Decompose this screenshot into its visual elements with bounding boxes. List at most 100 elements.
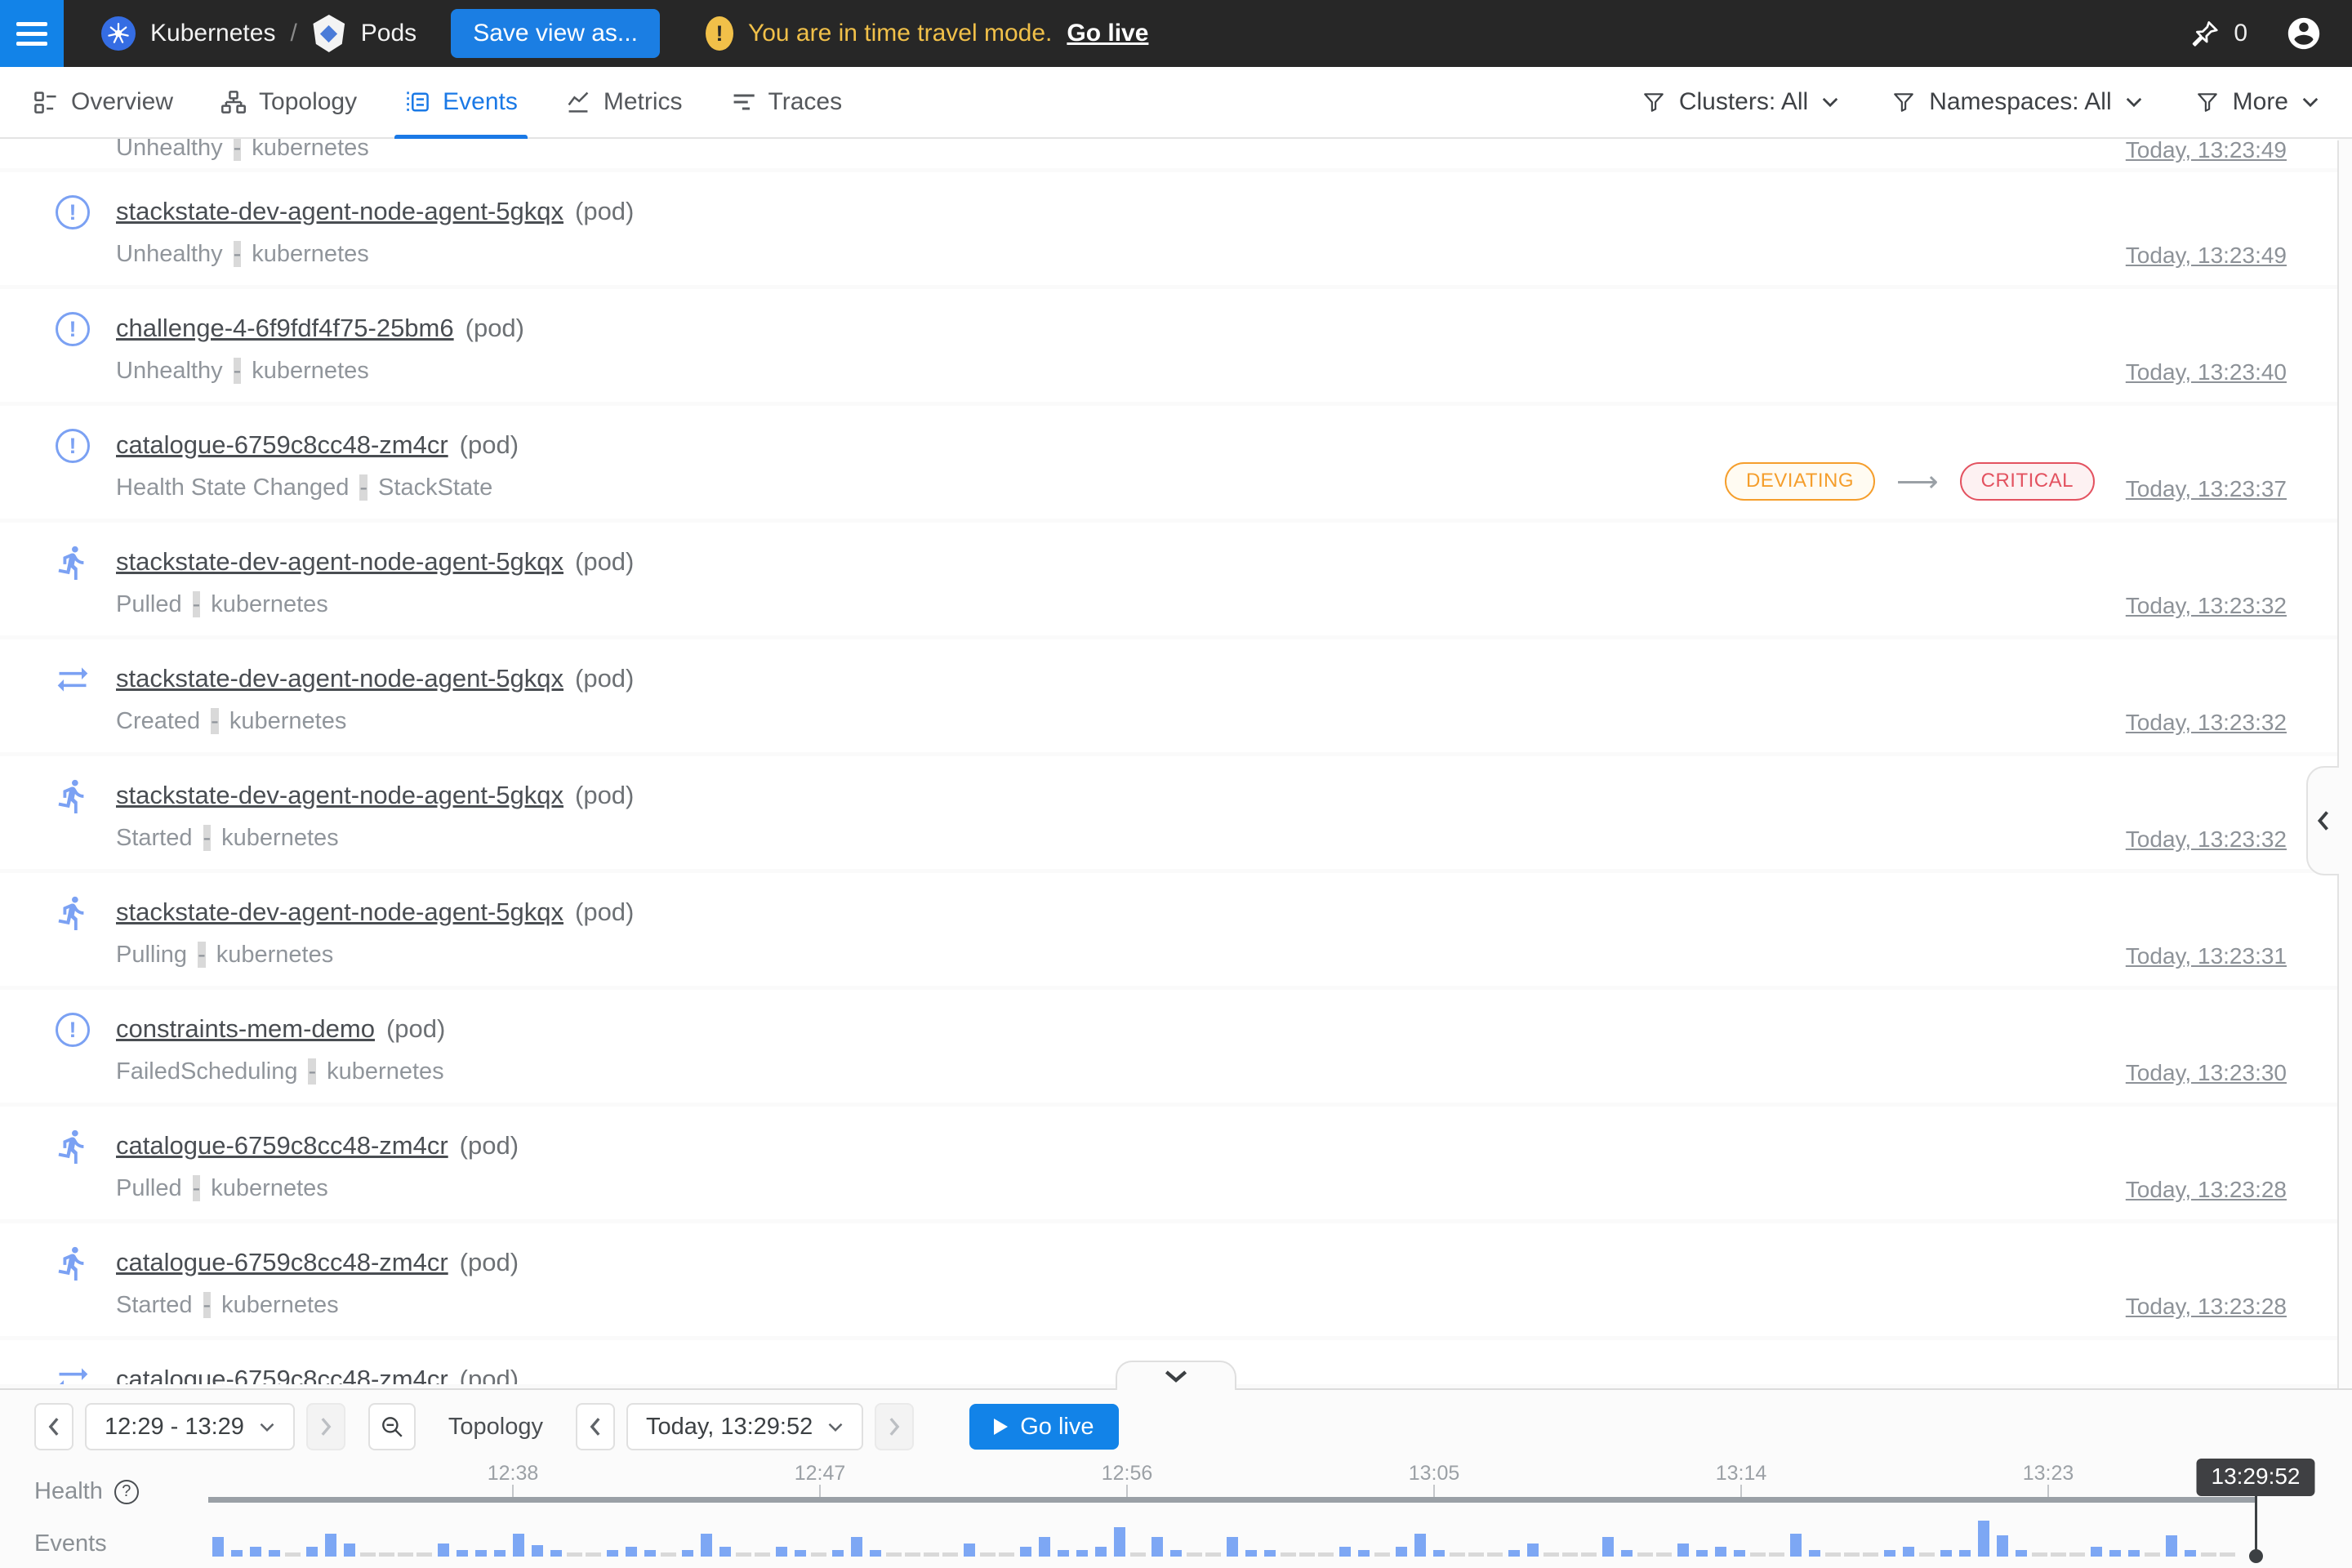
badge-critical: CRITICAL bbox=[1960, 462, 2095, 501]
filter-more[interactable]: More bbox=[2195, 88, 2319, 116]
event-timestamp-link[interactable]: Today, 13:23:49 bbox=[2126, 243, 2287, 269]
event-row[interactable]: stackstate-dev-agent-node-agent-5gkqx(po… bbox=[0, 639, 2337, 752]
pin-icon[interactable] bbox=[2189, 18, 2221, 49]
help-icon[interactable]: ? bbox=[114, 1480, 139, 1504]
breadcrumb-page[interactable]: Pods bbox=[361, 20, 416, 47]
tab-traces[interactable]: Traces bbox=[730, 67, 843, 137]
event-timestamp-link[interactable]: Today, 13:23:32 bbox=[2126, 593, 2287, 619]
pods-icon bbox=[312, 15, 346, 52]
event-row[interactable]: stackstate-dev-agent-node-agent-5gkqx(po… bbox=[0, 873, 2337, 986]
filter-clusters-label: Clusters: All bbox=[1679, 88, 1808, 116]
event-row[interactable]: Unhealthy-kubernetes ⟶ Today, 13:23:49 bbox=[0, 139, 2337, 168]
event-bar bbox=[715, 1504, 734, 1557]
empty-slot-dash bbox=[903, 1504, 922, 1557]
filter-namespaces-label: Namespaces: All bbox=[1929, 88, 2111, 116]
event-row[interactable]: ! catalogue-6759c8cc48-zm4cr(pod) Health… bbox=[0, 406, 2337, 519]
event-timestamp-link[interactable]: Today, 13:23:28 bbox=[2126, 1294, 2287, 1320]
user-avatar-icon[interactable] bbox=[2285, 15, 2323, 52]
breadcrumb-app[interactable]: Kubernetes bbox=[150, 20, 275, 47]
playhead-line[interactable] bbox=[2255, 1493, 2257, 1557]
tab-metrics[interactable]: Metrics bbox=[565, 67, 683, 137]
event-row[interactable]: catalogue-6759c8cc48-zm4cr (pod) Started-… bbox=[0, 1223, 2337, 1336]
event-subtitle: Started-kubernetes bbox=[116, 1292, 339, 1319]
event-row[interactable]: catalogue-6759c8cc48-zm4cr(pod) Pulled-k… bbox=[0, 1107, 2337, 1219]
pod-name-link[interactable]: constraints-mem-demo bbox=[116, 1014, 375, 1043]
timestamp-value: Today, 13:29:52 bbox=[646, 1414, 813, 1441]
topbar-right: 0 bbox=[2189, 15, 2352, 52]
event-row[interactable]: ! constraints-mem-demo(pod) FailedSchedu… bbox=[0, 990, 2337, 1102]
pod-name-link[interactable]: catalogue-6759c8cc48-zm4cr bbox=[116, 1248, 448, 1276]
timestamp-select[interactable]: Today, 13:29:52 bbox=[626, 1403, 863, 1450]
pod-name-link[interactable]: stackstate-dev-agent-node-agent-5gkqx bbox=[116, 197, 564, 225]
event-type-icon: ! bbox=[54, 427, 91, 465]
time-back-button[interactable] bbox=[576, 1403, 615, 1450]
time-forward-button[interactable] bbox=[875, 1403, 914, 1450]
empty-slot-dash bbox=[1129, 1504, 1147, 1557]
event-bar bbox=[265, 1504, 283, 1557]
health-timeline-line[interactable] bbox=[208, 1497, 2256, 1503]
filter-clusters[interactable]: Clusters: All bbox=[1642, 88, 1839, 116]
time-range-select[interactable]: 12:29 - 13:29 bbox=[85, 1403, 295, 1450]
empty-slot-dash bbox=[1467, 1504, 1486, 1557]
event-timestamp-link[interactable]: Today, 13:23:28 bbox=[2126, 1177, 2287, 1203]
pod-name-link[interactable]: stackstate-dev-agent-node-agent-5gkqx bbox=[116, 547, 564, 576]
pod-name-link[interactable]: challenge-4-6f9fdf4f75-25bm6 bbox=[116, 314, 454, 342]
tab-overview[interactable]: Overview bbox=[33, 67, 173, 137]
event-bar bbox=[1692, 1504, 1711, 1557]
pod-name-link[interactable]: catalogue-6759c8cc48-zm4cr bbox=[116, 1365, 448, 1384]
pod-name-link[interactable]: catalogue-6759c8cc48-zm4cr bbox=[116, 1131, 448, 1160]
event-bar bbox=[1899, 1504, 1918, 1557]
event-row[interactable]: ! stackstate-dev-agent-node-agent-5gkqx(… bbox=[0, 172, 2337, 285]
pod-name-link[interactable]: catalogue-6759c8cc48-zm4cr bbox=[116, 430, 448, 459]
tick-mark bbox=[819, 1485, 821, 1498]
event-timestamp-link[interactable]: Today, 13:23:40 bbox=[2126, 359, 2287, 385]
empty-slot-dash bbox=[1824, 1504, 1842, 1557]
event-row[interactable]: stackstate-dev-agent-node-agent-5gkqx(po… bbox=[0, 523, 2337, 635]
event-row[interactable]: stackstate-dev-agent-node-agent-5gkqx(po… bbox=[0, 756, 2337, 869]
events-histogram[interactable] bbox=[208, 1504, 2237, 1557]
save-view-as-button[interactable]: Save view as... bbox=[451, 9, 660, 58]
event-timestamp-link[interactable]: Today, 13:23:49 bbox=[2126, 139, 2287, 163]
collapse-events-panel-handle[interactable] bbox=[1116, 1361, 1236, 1390]
filter-namespaces[interactable]: Namespaces: All bbox=[1891, 88, 2142, 116]
timeline-events-row-label: Events bbox=[34, 1530, 107, 1557]
event-timestamp-link[interactable]: Today, 13:23:32 bbox=[2126, 710, 2287, 736]
pod-name-link[interactable]: stackstate-dev-agent-node-agent-5gkqx bbox=[116, 898, 564, 926]
event-type-label: Started bbox=[116, 1292, 193, 1318]
empty-slot-dash bbox=[1542, 1504, 1561, 1557]
event-source-label: StackState bbox=[378, 474, 492, 501]
tick-mark bbox=[512, 1485, 514, 1498]
pod-name-link[interactable]: stackstate-dev-agent-node-agent-5gkqx bbox=[116, 664, 564, 693]
event-bar bbox=[640, 1504, 659, 1557]
time-travel-warning: ! You are in time travel mode. Go live bbox=[706, 16, 1148, 51]
chevron-left-icon bbox=[588, 1415, 603, 1438]
expand-right-panel-handle[interactable] bbox=[2306, 766, 2339, 875]
range-forward-button[interactable] bbox=[306, 1403, 345, 1450]
tab-events[interactable]: Events bbox=[404, 67, 518, 137]
event-timestamp-link[interactable]: Today, 13:23:37 bbox=[2126, 476, 2287, 502]
event-bar bbox=[1598, 1504, 1617, 1557]
event-timestamp-link[interactable]: Today, 13:23:31 bbox=[2126, 943, 2287, 969]
hamburger-menu-button[interactable] bbox=[0, 0, 64, 67]
zoom-out-button[interactable] bbox=[368, 1403, 416, 1450]
empty-slot-dash bbox=[584, 1504, 603, 1557]
tab-topology[interactable]: Topology bbox=[220, 67, 357, 137]
event-type-icon: ! bbox=[54, 194, 91, 231]
go-live-button[interactable]: Go live bbox=[969, 1404, 1118, 1450]
event-row[interactable]: ! challenge-4-6f9fdf4f75-25bm6(pod) Unhe… bbox=[0, 289, 2337, 402]
event-timestamp-link[interactable]: Today, 13:23:30 bbox=[2126, 1060, 2287, 1086]
empty-slot-dash bbox=[2218, 1504, 2237, 1557]
context-label: Topology bbox=[448, 1414, 543, 1441]
playhead-dot[interactable] bbox=[2249, 1549, 2263, 1563]
event-bar bbox=[1955, 1504, 1974, 1557]
timeline-controls: 12:29 - 13:29 Topology Today, 13:29:52 G… bbox=[34, 1403, 1119, 1450]
range-back-button[interactable] bbox=[34, 1403, 74, 1450]
filter-more-label: More bbox=[2233, 88, 2288, 116]
event-timestamp-link[interactable]: Today, 13:23:32 bbox=[2126, 826, 2287, 853]
event-bar bbox=[828, 1504, 847, 1557]
empty-slot-dash bbox=[283, 1504, 302, 1557]
go-live-link[interactable]: Go live bbox=[1067, 20, 1148, 47]
topology-icon bbox=[220, 89, 247, 115]
resource-kind: (pod) bbox=[460, 1248, 519, 1276]
pod-name-link[interactable]: stackstate-dev-agent-node-agent-5gkqx bbox=[116, 781, 564, 809]
